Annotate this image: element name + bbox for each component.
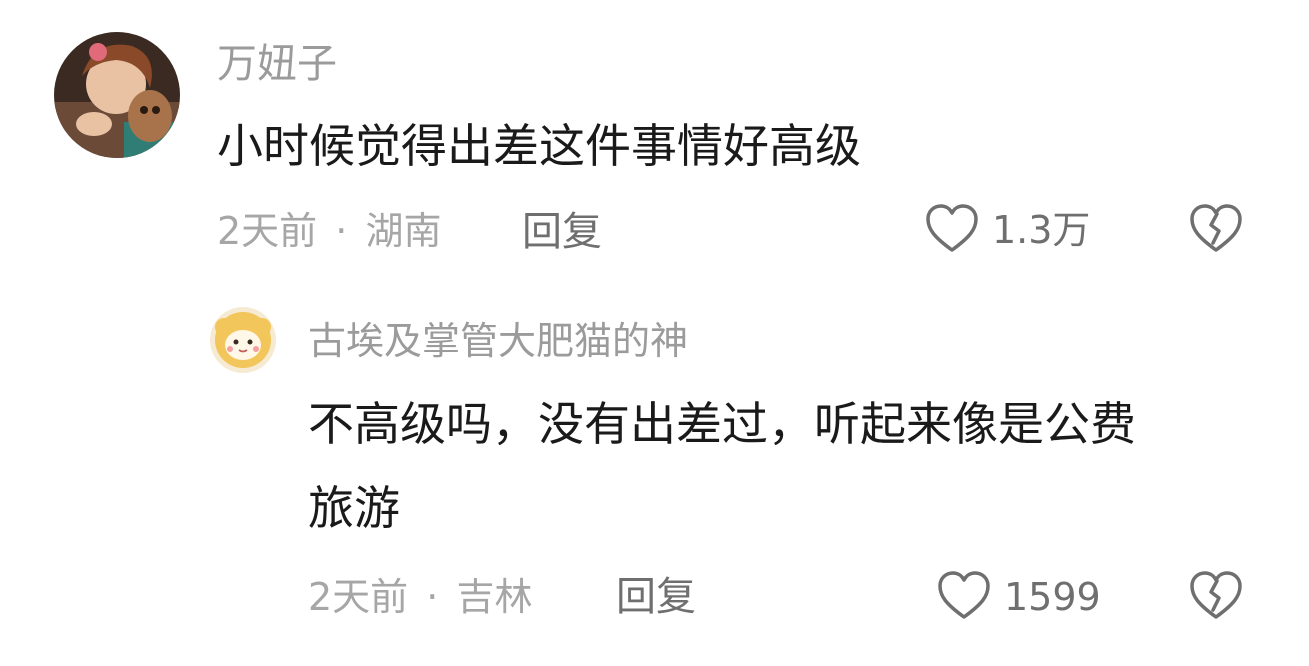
comment-text-line: 小时候觉得出差这件事情好高级 bbox=[217, 119, 861, 173]
comment-text: 不高级吗，没有出差过，听起来像是公费 旅游 bbox=[308, 382, 1136, 550]
avatar[interactable] bbox=[210, 307, 276, 373]
comment-time: 2天前 bbox=[217, 209, 318, 253]
comment-text: 小时候觉得出差这件事情好高级 bbox=[217, 104, 861, 188]
meta-separator: · bbox=[335, 209, 348, 253]
comment-text-line: 旅游 bbox=[308, 481, 400, 535]
comment-meta: 2天前 · 湖南 bbox=[217, 212, 441, 250]
comment-username[interactable]: 古埃及掌管大肥猫的神 bbox=[308, 322, 688, 360]
meta-separator: · bbox=[426, 575, 439, 619]
like-count: 1.3万 bbox=[992, 208, 1091, 252]
heart-outline-icon bbox=[926, 204, 978, 252]
comment-location: 湖南 bbox=[365, 209, 442, 253]
avatar[interactable] bbox=[54, 32, 180, 158]
comment-text-line: 不高级吗，没有出差过，听起来像是公费 bbox=[308, 397, 1136, 451]
reply-button[interactable]: 回复 bbox=[616, 577, 696, 617]
comment-time: 2天前 bbox=[308, 575, 409, 619]
dislike-button[interactable] bbox=[1188, 203, 1244, 255]
like-button[interactable] bbox=[924, 203, 980, 255]
like-count: 1599 bbox=[1004, 575, 1101, 619]
comment-meta: 2天前 · 吉林 bbox=[308, 578, 532, 616]
broken-heart-icon bbox=[1190, 204, 1242, 252]
comment-username[interactable]: 万妞子 bbox=[217, 44, 337, 84]
dislike-button[interactable] bbox=[1188, 570, 1244, 622]
broken-heart-icon bbox=[1190, 571, 1242, 619]
comment-location: 吉林 bbox=[456, 575, 533, 619]
like-button[interactable] bbox=[936, 570, 992, 622]
heart-outline-icon bbox=[938, 571, 990, 619]
reply-button[interactable]: 回复 bbox=[522, 212, 602, 252]
